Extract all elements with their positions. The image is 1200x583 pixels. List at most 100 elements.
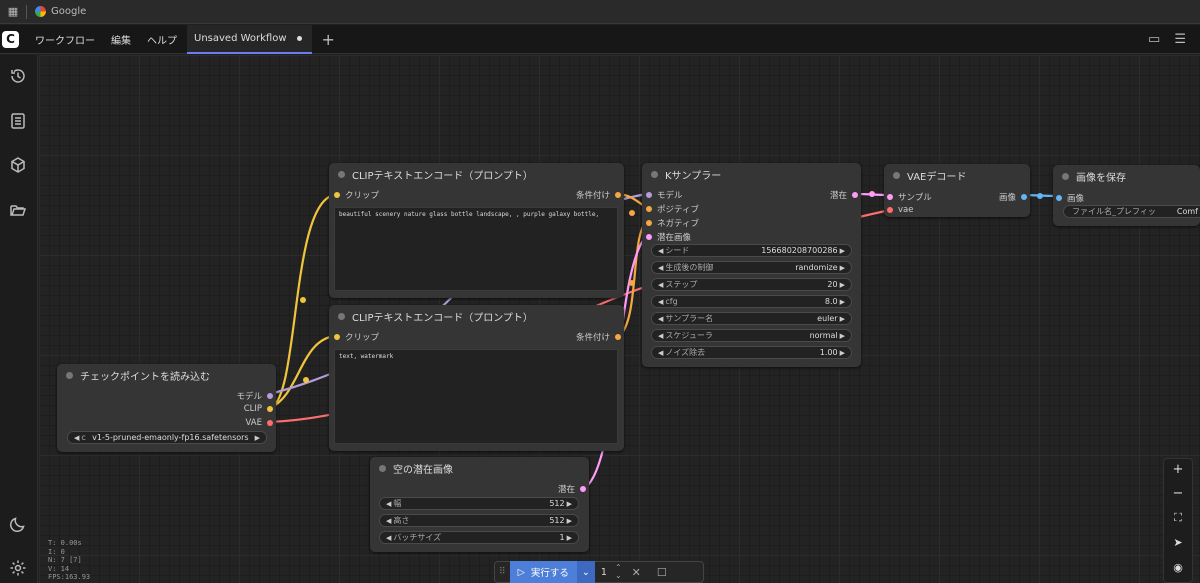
hamburger-menu-icon[interactable]: ☰ bbox=[1174, 32, 1186, 47]
input-dot[interactable] bbox=[1056, 195, 1062, 201]
decrement-arrow-icon[interactable]: ◀ bbox=[386, 534, 391, 542]
output-dot[interactable] bbox=[1021, 194, 1027, 200]
increment-arrow-icon[interactable]: ▶ bbox=[840, 281, 845, 289]
input-dot[interactable] bbox=[887, 207, 893, 213]
fit-view-icon[interactable]: ⛶ bbox=[1164, 511, 1192, 525]
decrement-arrow-icon[interactable]: ◀ bbox=[658, 264, 663, 272]
output-dot[interactable] bbox=[267, 406, 273, 412]
widget-width[interactable]: ◀ 幅 512 ▶ bbox=[379, 497, 579, 510]
widget-scheduler[interactable]: ◀ スケジューラ normal ▶ bbox=[651, 329, 852, 342]
run-options-chevron-icon[interactable]: ⌄ bbox=[576, 561, 595, 583]
input-positive[interactable]: ポジティブ bbox=[646, 203, 699, 215]
widget-batch-size[interactable]: ◀ バッチサイズ 1 ▶ bbox=[379, 531, 579, 544]
widget-ckpt-name[interactable]: ◀ c v1-5-pruned-emaonly-fp16.safetensors ▶ bbox=[67, 431, 267, 444]
history-icon[interactable] bbox=[7, 65, 29, 87]
decrement-arrow-icon[interactable]: ◀ bbox=[658, 247, 663, 255]
settings-gear-icon[interactable] bbox=[7, 557, 29, 579]
node-header[interactable]: チェックポイントを読み込む bbox=[57, 364, 276, 386]
output-latent[interactable]: 潜在 bbox=[558, 483, 586, 495]
output-model[interactable]: モデル bbox=[236, 390, 273, 402]
workflow-tab[interactable]: Unsaved Workflow bbox=[187, 24, 312, 54]
stop-square-icon[interactable]: ☐ bbox=[649, 566, 675, 579]
run-button[interactable]: ▷ 実行する bbox=[509, 561, 577, 583]
stepper-arrows-icon[interactable]: ⌃ ⌄ bbox=[613, 564, 624, 580]
node-header[interactable]: CLIPテキストエンコード（プロンプト） bbox=[329, 163, 624, 185]
collapse-dot-icon[interactable] bbox=[651, 170, 658, 178]
input-dot[interactable] bbox=[334, 192, 340, 198]
collapse-dot-icon[interactable] bbox=[338, 312, 345, 320]
toggle-links-eye-icon[interactable]: ◉ bbox=[1164, 561, 1192, 574]
increment-arrow-icon[interactable]: ▶ bbox=[567, 534, 572, 542]
input-samples[interactable]: サンプル bbox=[887, 191, 932, 203]
comfy-logo-icon[interactable]: C bbox=[2, 30, 19, 48]
zoom-out-icon[interactable]: − bbox=[1164, 486, 1192, 501]
input-model[interactable]: モデル bbox=[646, 189, 683, 201]
apps-grid-icon[interactable]: ▦ bbox=[0, 5, 26, 18]
widget-control-after-generate[interactable]: ◀ 生成後の制御 randomize ▶ bbox=[651, 261, 852, 274]
prompt-textarea[interactable]: text, watermark bbox=[334, 349, 618, 444]
save-image-node[interactable]: 画像を保存 画像 ファイル名_プレフィッ Comf bbox=[1053, 165, 1200, 226]
menu-help[interactable]: ヘルプ bbox=[147, 32, 177, 47]
output-dot[interactable] bbox=[615, 334, 621, 340]
widget-filename-prefix[interactable]: ファイル名_プレフィッ Comf bbox=[1063, 205, 1200, 218]
widget-denoise[interactable]: ◀ ノイズ除去 1.00 ▶ bbox=[651, 346, 852, 359]
collapse-dot-icon[interactable] bbox=[66, 371, 73, 379]
select-pointer-icon[interactable]: ➤ bbox=[1164, 536, 1192, 549]
collapse-dot-icon[interactable] bbox=[1062, 172, 1069, 180]
input-dot[interactable] bbox=[646, 192, 652, 198]
output-vae[interactable]: VAE bbox=[246, 418, 273, 428]
output-dot[interactable] bbox=[580, 486, 586, 492]
clip-text-encode-node-negative[interactable]: CLIPテキストエンコード（プロンプト） クリップ 条件付け text, wat… bbox=[329, 305, 624, 451]
dark-mode-moon-icon[interactable] bbox=[7, 513, 29, 535]
clip-text-encode-node-positive[interactable]: CLIPテキストエンコード（プロンプト） クリップ 条件付け beautiful… bbox=[329, 163, 624, 298]
new-tab-button[interactable]: + bbox=[322, 30, 335, 49]
prompt-textarea[interactable]: beautiful scenery nature glass bottle la… bbox=[334, 207, 618, 291]
checkpoint-loader-node[interactable]: チェックポイントを読み込む モデル CLIP VAE ◀ c v1-5-pruned… bbox=[57, 364, 276, 452]
cancel-x-icon[interactable]: ✕ bbox=[624, 566, 649, 579]
node-header[interactable]: 画像を保存 bbox=[1053, 165, 1200, 187]
widget-cfg[interactable]: ◀ cfg 8.0 ▶ bbox=[651, 295, 852, 308]
output-latent[interactable]: 潜在 bbox=[830, 189, 858, 201]
input-latent[interactable]: 潜在画像 bbox=[646, 231, 691, 243]
output-conditioning[interactable]: 条件付け bbox=[576, 189, 621, 201]
input-vae[interactable]: vae bbox=[887, 205, 913, 215]
output-clip[interactable]: CLIP bbox=[244, 404, 273, 414]
decrement-arrow-icon[interactable]: ◀ bbox=[386, 500, 391, 508]
output-image[interactable]: 画像 bbox=[999, 191, 1027, 203]
increment-arrow-icon[interactable]: ▶ bbox=[567, 517, 572, 525]
input-images[interactable]: 画像 bbox=[1056, 192, 1084, 204]
increment-arrow-icon[interactable]: ▶ bbox=[840, 298, 845, 306]
input-dot[interactable] bbox=[887, 194, 893, 200]
increment-arrow-icon[interactable]: ▶ bbox=[840, 247, 845, 255]
decrement-arrow-icon[interactable]: ◀ bbox=[658, 281, 663, 289]
increment-arrow-icon[interactable]: ▶ bbox=[840, 264, 845, 272]
output-dot[interactable] bbox=[615, 192, 621, 198]
output-dot[interactable] bbox=[852, 192, 858, 198]
output-dot[interactable] bbox=[267, 420, 273, 426]
input-dot[interactable] bbox=[646, 220, 652, 226]
node-library-cube-icon[interactable] bbox=[7, 154, 29, 176]
widget-steps[interactable]: ◀ ステップ 20 ▶ bbox=[651, 278, 852, 291]
node-header[interactable]: Kサンプラー bbox=[642, 163, 861, 185]
collapse-dot-icon[interactable] bbox=[338, 170, 345, 178]
input-dot[interactable] bbox=[646, 234, 652, 240]
input-clip[interactable]: クリップ bbox=[334, 189, 379, 201]
decrement-arrow-icon[interactable]: ◀ bbox=[386, 517, 391, 525]
decrement-arrow-icon[interactable]: ◀ bbox=[74, 434, 79, 442]
node-header[interactable]: VAEデコード bbox=[884, 164, 1030, 186]
widget-height[interactable]: ◀ 高さ 512 ▶ bbox=[379, 514, 579, 527]
input-clip[interactable]: クリップ bbox=[334, 331, 379, 343]
folder-icon[interactable] bbox=[7, 199, 29, 221]
menu-edit[interactable]: 編集 bbox=[111, 32, 131, 47]
empty-latent-image-node[interactable]: 空の潜在画像 潜在 ◀ 幅 512 ▶ ◀ 高さ 512 ▶ ◀ バッチサイズ 1 ▶ bbox=[370, 457, 589, 552]
collapse-dot-icon[interactable] bbox=[379, 464, 386, 472]
collapse-dot-icon[interactable] bbox=[893, 171, 900, 179]
menu-workflow[interactable]: ワークフロー bbox=[35, 32, 95, 47]
decrement-arrow-icon[interactable]: ◀ bbox=[658, 315, 663, 323]
queue-list-icon[interactable] bbox=[7, 110, 29, 132]
batch-count-input[interactable]: 1 bbox=[595, 567, 613, 578]
input-dot[interactable] bbox=[646, 206, 652, 212]
node-header[interactable]: 空の潜在画像 bbox=[370, 457, 589, 479]
zoom-in-icon[interactable]: + bbox=[1164, 462, 1192, 477]
increment-arrow-icon[interactable]: ▶ bbox=[840, 349, 845, 357]
